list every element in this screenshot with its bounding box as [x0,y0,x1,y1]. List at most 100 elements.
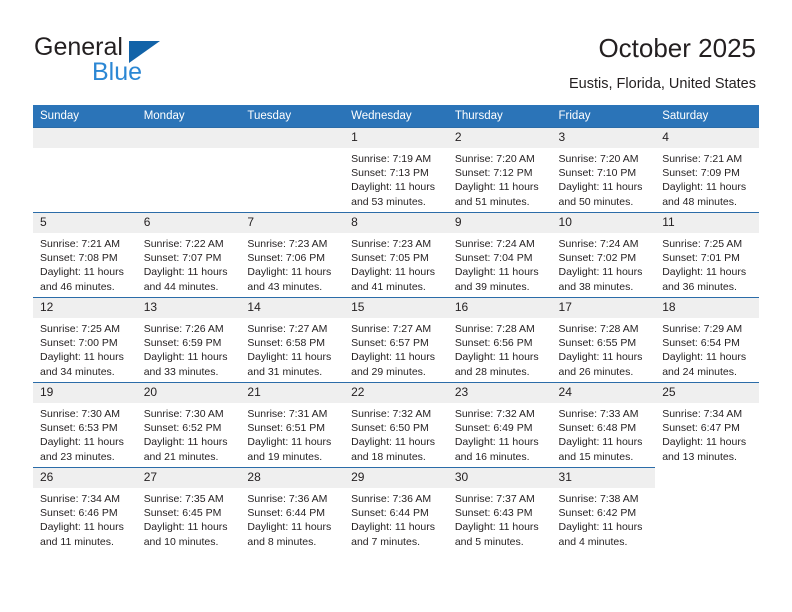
day-number: 16 [447,298,552,318]
daylight-text-line2: and 33 minutes. [143,365,219,378]
sunrise-text: Sunrise: 7:25 AM [40,323,120,335]
calendar-day-cell[interactable]: 31 Sunrise: 7:38 AM Sunset: 6:42 PM Dayligh… [551,467,656,552]
daylight-text-line1: Daylight: 11 hours [558,436,643,449]
calendar-day-cell[interactable]: 4 Sunrise: 7:21 AM Sunset: 7:09 PM Daylight… [655,127,759,213]
day-number: 1 [344,128,448,148]
calendar-day-cell[interactable]: 8 Sunrise: 7:23 AM Sunset: 7:05 PM Daylight… [344,212,448,298]
day-number: 13 [136,298,241,318]
calendar-day-cell[interactable]: 6 Sunrise: 7:22 AM Sunset: 7:07 PM Daylight… [136,212,241,298]
calendar-day-cell[interactable]: 30 Sunrise: 7:37 AM Sunset: 6:43 PM Dayligh… [447,467,552,552]
daylight-text-line2: and 38 minutes. [558,280,634,293]
day-number: 9 [447,213,552,233]
day-details: Sunrise: 7:38 AM Sunset: 6:42 PM Daylight:… [552,488,656,549]
sunset-text: Sunset: 6:53 PM [40,422,118,435]
sunset-text: Sunset: 7:00 PM [40,337,118,350]
calendar-day-cell[interactable]: 2 Sunrise: 7:20 AM Sunset: 7:12 PM Daylight… [447,127,552,213]
calendar-day-cell[interactable]: 14 Sunrise: 7:27 AM Sunset: 6:58 PM Dayligh… [240,297,345,383]
day-details: Sunrise: 7:21 AM Sunset: 7:09 PM Daylight:… [655,148,759,209]
logo-text-general: General [34,33,123,61]
sunset-text: Sunset: 7:13 PM [351,167,429,180]
calendar-day-cell[interactable]: 7 Sunrise: 7:23 AM Sunset: 7:06 PM Daylight… [240,212,345,298]
sunset-text: Sunset: 6:50 PM [351,422,429,435]
day-number: 26 [33,468,137,488]
daylight-text-line1: Daylight: 11 hours [143,351,228,364]
day-details: Sunrise: 7:20 AM Sunset: 7:12 PM Daylight:… [448,148,552,209]
daylight-text-line2: and 11 minutes. [40,535,114,548]
daylight-text-line2: and 39 minutes. [454,280,530,293]
sunrise-text: Sunrise: 7:31 AM [247,408,328,420]
daylight-text-line2: and 10 minutes. [143,535,219,548]
calendar-day-cell[interactable]: 27 Sunrise: 7:35 AM Sunset: 6:45 PM Dayligh… [136,467,241,552]
sunrise-text: Sunrise: 7:35 AM [143,493,224,505]
calendar-day-cell[interactable]: 19 Sunrise: 7:30 AM Sunset: 6:53 PM Dayligh… [33,382,137,468]
daylight-text-line2: and 7 minutes. [351,535,420,548]
sunset-text: Sunset: 6:42 PM [558,507,637,520]
calendar-day-cell[interactable]: 24 Sunrise: 7:33 AM Sunset: 6:48 PM Dayligh… [551,382,656,468]
weekday-header-saturday: Saturday [655,105,759,128]
daylight-text-line1: Daylight: 11 hours [143,436,228,449]
day-number: 25 [655,383,759,403]
sunset-text: Sunset: 7:10 PM [558,167,637,180]
sunrise-text: Sunrise: 7:21 AM [40,238,120,250]
day-details: Sunrise: 7:33 AM Sunset: 6:48 PM Daylight:… [552,403,656,464]
day-number [136,128,241,148]
calendar-day-cell[interactable]: 17 Sunrise: 7:28 AM Sunset: 6:55 PM Dayligh… [551,297,656,383]
sunset-text: Sunset: 6:54 PM [662,337,740,350]
sunset-text: Sunset: 7:04 PM [454,252,533,265]
daylight-text-line2: and 19 minutes. [247,450,323,463]
calendar-day-cell[interactable]: 11 Sunrise: 7:25 AM Sunset: 7:01 PM Dayligh… [655,212,759,298]
sunset-text: Sunset: 6:47 PM [662,422,740,435]
calendar-day-cell[interactable]: 29 Sunrise: 7:36 AM Sunset: 6:44 PM Dayligh… [344,467,448,552]
daylight-text-line1: Daylight: 11 hours [558,521,643,534]
daylight-text-line2: and 18 minutes. [351,450,426,463]
calendar-day-cell[interactable]: 5 Sunrise: 7:21 AM Sunset: 7:08 PM Daylight… [33,212,137,298]
calendar-day-cell[interactable]: 21 Sunrise: 7:31 AM Sunset: 6:51 PM Dayligh… [240,382,345,468]
daylight-text-line2: and 34 minutes. [40,365,115,378]
calendar-day-cell[interactable]: 16 Sunrise: 7:28 AM Sunset: 6:56 PM Dayligh… [447,297,552,383]
day-number: 30 [447,468,552,488]
calendar-day-cell[interactable]: 23 Sunrise: 7:32 AM Sunset: 6:49 PM Dayligh… [447,382,552,468]
calendar-day-cell[interactable]: 15 Sunrise: 7:27 AM Sunset: 6:57 PM Dayligh… [344,297,448,383]
calendar-day-cell[interactable]: 9 Sunrise: 7:24 AM Sunset: 7:04 PM Daylight… [447,212,552,298]
day-details: Sunrise: 7:23 AM Sunset: 7:05 PM Daylight:… [344,233,448,294]
daylight-text-line1: Daylight: 11 hours [662,266,747,279]
daylight-text-line2: and 44 minutes. [143,280,219,293]
daylight-text-line1: Daylight: 11 hours [247,266,332,279]
calendar-day-cell[interactable]: 25 Sunrise: 7:34 AM Sunset: 6:47 PM Dayligh… [655,382,759,468]
calendar-day-cell[interactable]: 18 Sunrise: 7:29 AM Sunset: 6:54 PM Dayligh… [655,297,759,383]
sunset-text: Sunset: 7:08 PM [40,252,118,265]
calendar-day-cell[interactable]: 28 Sunrise: 7:36 AM Sunset: 6:44 PM Dayligh… [240,467,345,552]
calendar-day-cell[interactable]: 20 Sunrise: 7:30 AM Sunset: 6:52 PM Dayligh… [136,382,241,468]
general-blue-logo[interactable]: General Blue [34,34,264,90]
daylight-text-line1: Daylight: 11 hours [40,521,124,534]
calendar-day-cell[interactable]: 10 Sunrise: 7:24 AM Sunset: 7:02 PM Dayligh… [551,212,656,298]
daylight-text-line1: Daylight: 11 hours [454,351,539,364]
sunset-text: Sunset: 7:12 PM [454,167,533,180]
calendar-day-cell[interactable]: 22 Sunrise: 7:32 AM Sunset: 6:50 PM Dayligh… [344,382,448,468]
sunset-text: Sunset: 6:46 PM [40,507,118,520]
sunset-text: Sunset: 6:56 PM [454,337,533,350]
daylight-text-line1: Daylight: 11 hours [454,436,539,449]
sunset-text: Sunset: 6:55 PM [558,337,637,350]
calendar-day-cell[interactable]: 12 Sunrise: 7:25 AM Sunset: 7:00 PM Dayligh… [33,297,137,383]
sunrise-text: Sunrise: 7:28 AM [454,323,535,335]
day-number: 7 [240,213,345,233]
calendar-day-cell[interactable]: 1 Sunrise: 7:19 AM Sunset: 7:13 PM Daylight… [344,127,448,213]
day-details: Sunrise: 7:36 AM Sunset: 6:44 PM Daylight:… [344,488,448,549]
sunrise-text: Sunrise: 7:30 AM [40,408,120,420]
sunrise-text: Sunrise: 7:36 AM [247,493,328,505]
calendar-day-cell[interactable]: 3 Sunrise: 7:20 AM Sunset: 7:10 PM Daylight… [551,127,656,213]
day-details: Sunrise: 7:26 AM Sunset: 6:59 PM Daylight:… [137,318,241,379]
daylight-text-line1: Daylight: 11 hours [351,181,435,194]
calendar-day-cell[interactable]: 26 Sunrise: 7:34 AM Sunset: 6:46 PM Dayligh… [33,467,137,552]
day-details: Sunrise: 7:24 AM Sunset: 7:04 PM Daylight:… [448,233,552,294]
day-details: Sunrise: 7:32 AM Sunset: 6:50 PM Daylight:… [344,403,448,464]
sunrise-text: Sunrise: 7:20 AM [558,153,639,165]
daylight-text-line2: and 48 minutes. [662,195,737,208]
daylight-text-line2: and 50 minutes. [558,195,634,208]
day-number: 21 [240,383,345,403]
day-number: 8 [344,213,448,233]
day-number [240,128,345,148]
daylight-text-line2: and 21 minutes. [143,450,219,463]
calendar-day-cell[interactable]: 13 Sunrise: 7:26 AM Sunset: 6:59 PM Dayligh… [136,297,241,383]
